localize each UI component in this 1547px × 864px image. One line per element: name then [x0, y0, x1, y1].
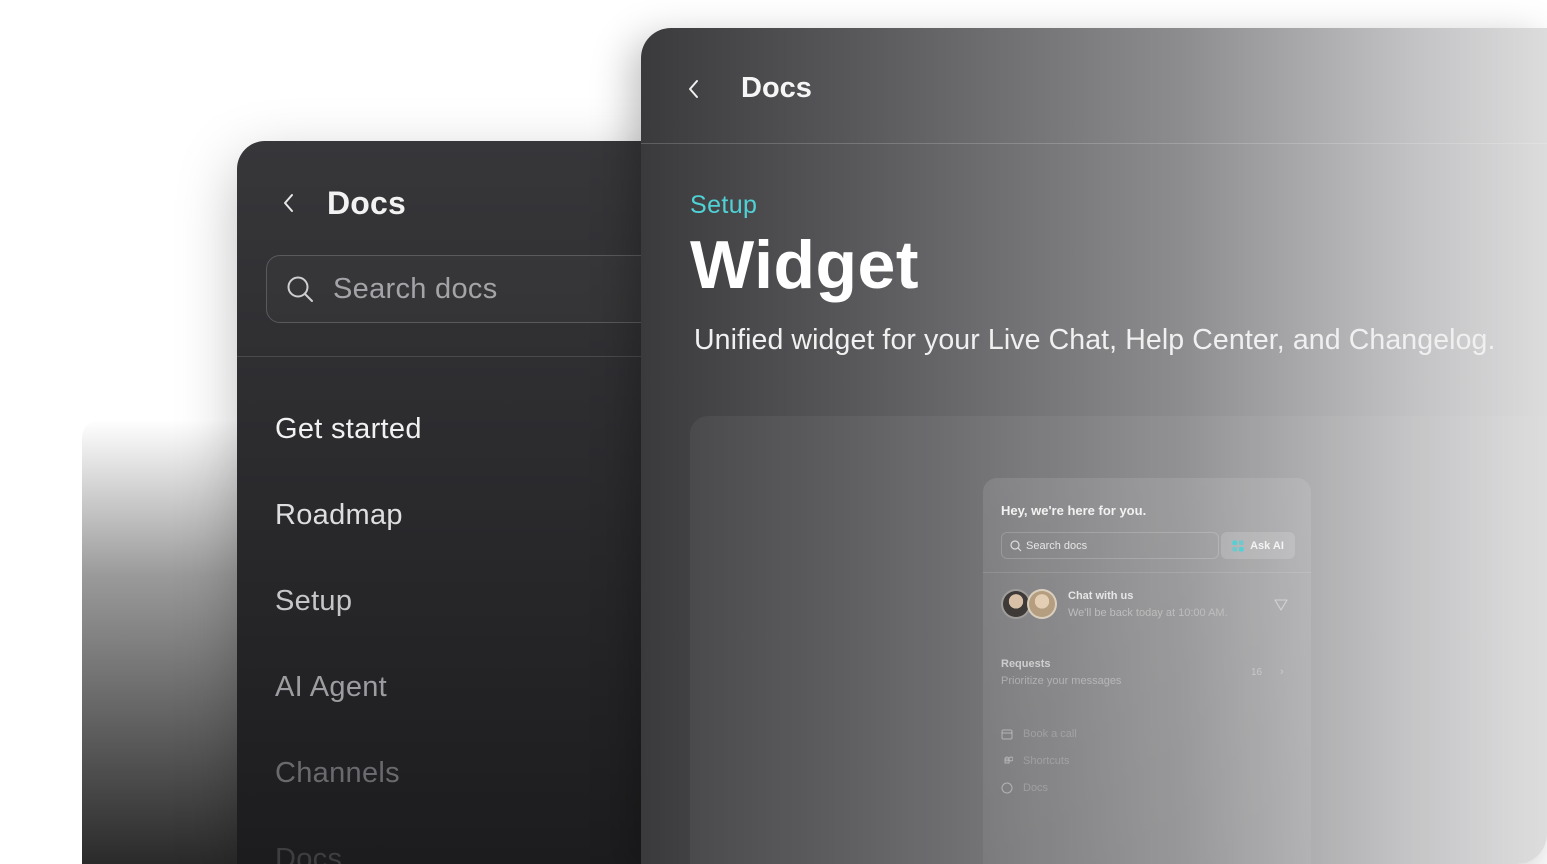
widget-greeting: Hey, we're here for you. [1001, 503, 1147, 518]
chevron-right-icon: › [1280, 666, 1284, 678]
question-icon [1001, 782, 1013, 794]
search-icon [285, 274, 315, 304]
shortcuts-link[interactable]: Shortcuts [1001, 755, 1069, 767]
docs-sidebar: Docs Search docs Get started Roadmap Set… [237, 141, 707, 864]
widget-search-input[interactable]: Search docs [1001, 532, 1219, 559]
sidebar-header: Docs Search docs [237, 141, 707, 357]
sidebar-item-setup[interactable]: Setup [275, 585, 352, 618]
docs-link[interactable]: Docs [1001, 782, 1048, 794]
sidebar-item-get-started[interactable]: Get started [275, 413, 422, 446]
main-header: Docs [641, 28, 1547, 144]
link-label: Book a call [1023, 728, 1077, 740]
ask-ai-label: Ask AI [1250, 539, 1284, 552]
sidebar-item-channels[interactable]: Channels [275, 757, 400, 790]
divider [983, 572, 1311, 573]
chat-subtitle: We'll be back today at 10:00 AM. [1068, 607, 1228, 619]
requests-title[interactable]: Requests [1001, 658, 1051, 670]
link-label: Docs [1023, 782, 1049, 794]
back-chevron-icon[interactable] [683, 78, 705, 100]
ask-ai-button[interactable]: Ask AI [1221, 532, 1295, 559]
page-title: Widget [690, 227, 920, 303]
chat-with-us-item[interactable]: Chat with us We'll be back today at 10:0… [1001, 588, 1293, 624]
sidebar-item-roadmap[interactable]: Roadmap [275, 499, 403, 532]
requests-count: 16 [1251, 667, 1263, 678]
search-placeholder: Search docs [333, 272, 498, 305]
sidebar-item-ai-agent[interactable]: AI Agent [275, 671, 387, 704]
requests-subtitle: Prioritize your messages [1001, 675, 1122, 687]
back-chevron-icon[interactable] [278, 192, 300, 214]
search-icon [1010, 539, 1022, 551]
chat-title: Chat with us [1068, 590, 1134, 602]
page-subtitle: Unified widget for your Live Chat, Help … [694, 324, 1496, 356]
link-label: Shortcuts [1023, 755, 1070, 767]
command-icon [1004, 756, 1013, 764]
calendar-icon [1001, 729, 1013, 740]
avatar [1027, 589, 1057, 619]
book-a-call-link[interactable]: Book a call [1001, 728, 1077, 740]
sparkle-icon [1232, 540, 1244, 551]
sidebar-item-docs[interactable]: Docs [275, 843, 342, 864]
send-icon [1274, 599, 1288, 611]
breadcrumb[interactable]: Setup [690, 191, 757, 220]
sidebar-title: Docs [327, 185, 407, 221]
docs-main-panel: Docs Setup Widget Unified widget for you… [641, 28, 1547, 864]
widget-preview-card: Hey, we're here for you. Search docs Ask… [983, 478, 1311, 864]
widget-search-placeholder: Search docs [1026, 539, 1088, 552]
main-title: Docs [741, 72, 812, 104]
